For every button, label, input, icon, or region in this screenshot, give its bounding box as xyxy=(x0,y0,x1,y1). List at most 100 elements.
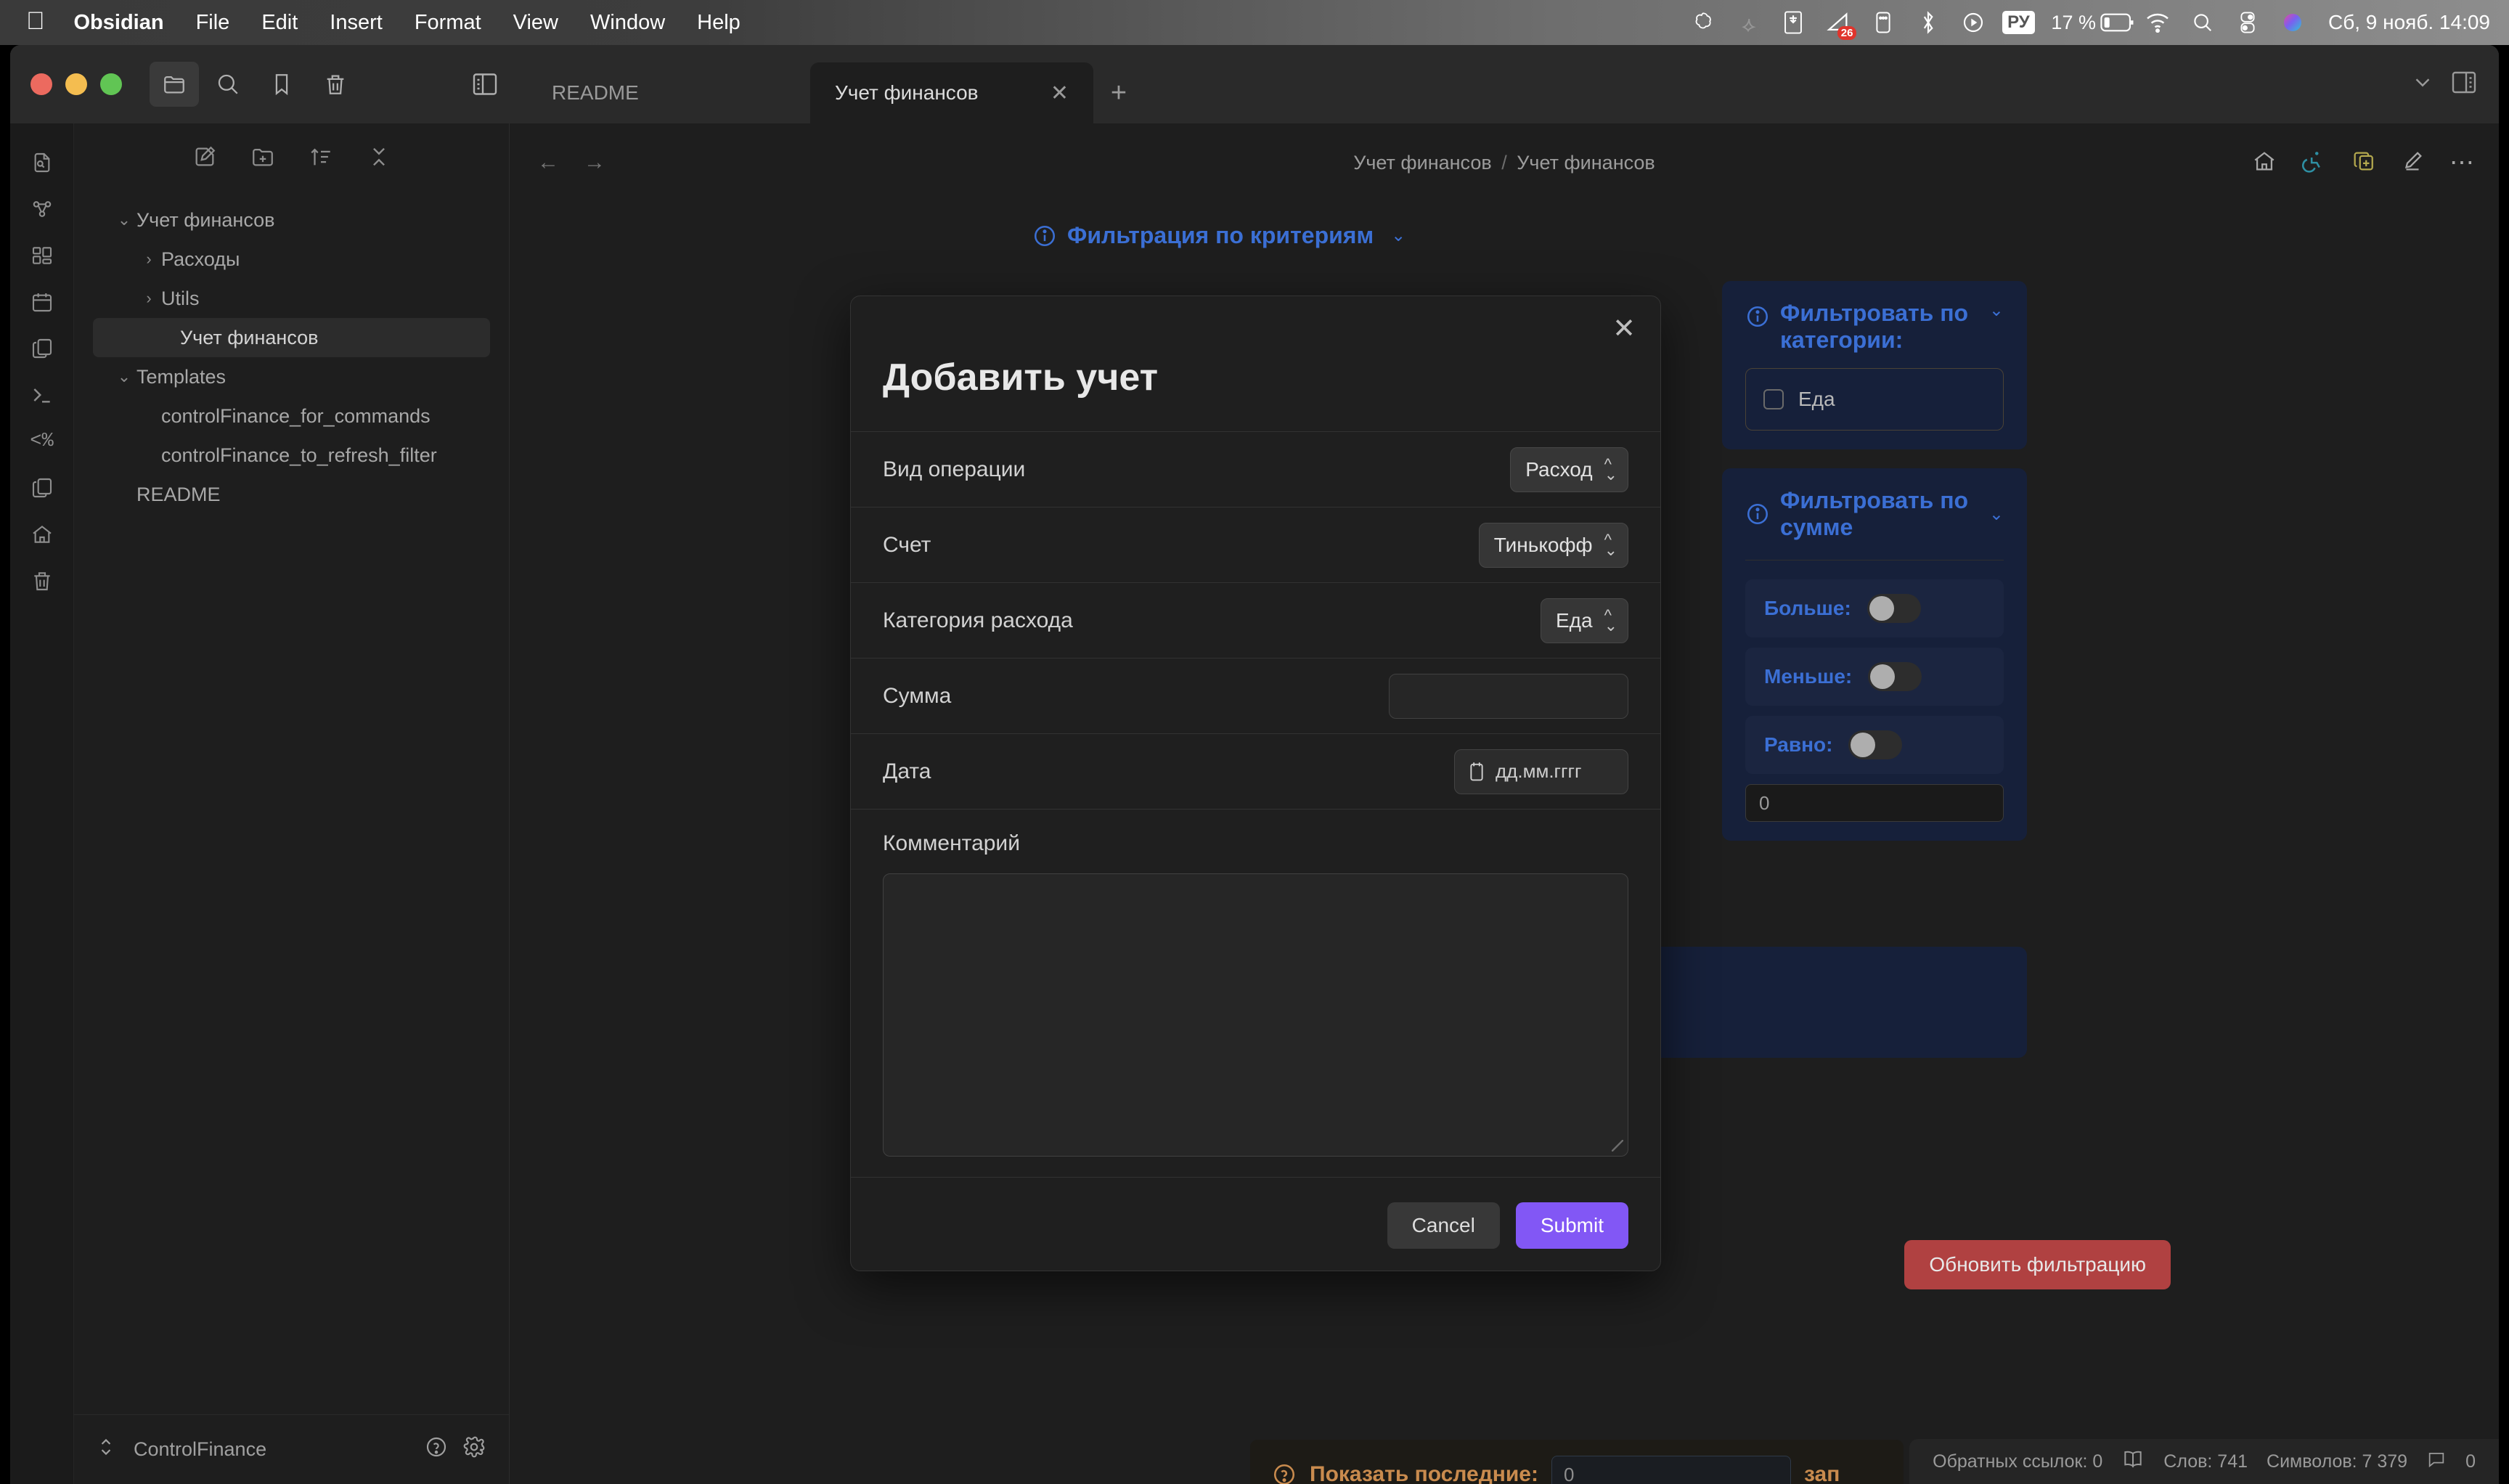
toggle-right-sidebar-icon[interactable] xyxy=(2451,70,2477,99)
battery-indicator[interactable]: 17 % xyxy=(2041,0,2135,45)
tree-item-folder[interactable]: ⌄ Учет финансов xyxy=(74,200,490,240)
input-source-indicator[interactable]: РУ xyxy=(1996,0,2041,45)
close-icon[interactable]: ✕ xyxy=(1612,315,1636,343)
add-note-copy-icon[interactable] xyxy=(2351,149,2375,177)
backlinks-count[interactable]: Обратных ссылок: 0 xyxy=(1933,1451,2102,1472)
sum-toggle-less[interactable]: Меньше: xyxy=(1745,648,2004,706)
menu-obsidian[interactable]: Obsidian xyxy=(58,11,180,35)
trash-icon[interactable] xyxy=(311,62,360,107)
graph-view-icon[interactable] xyxy=(20,186,65,232)
menubar-clock[interactable]: Сб, 9 нояб. 14:09 xyxy=(2328,11,2490,34)
toggle-switch[interactable] xyxy=(1867,594,1921,623)
openai-icon[interactable] xyxy=(1681,0,1726,45)
apple-logo-icon[interactable]:  xyxy=(26,9,58,36)
sum-toggle-greater[interactable]: Больше: xyxy=(1745,579,2004,637)
chevron-down-icon[interactable] xyxy=(2410,70,2435,99)
comments-count[interactable]: 0 xyxy=(2465,1451,2476,1472)
control-center-icon[interactable] xyxy=(2225,0,2270,45)
bookmark-icon[interactable] xyxy=(257,62,306,107)
more-options-icon[interactable]: ⋯ xyxy=(2449,155,2474,170)
checkbox[interactable] xyxy=(1763,389,1784,409)
collapse-all-icon[interactable] xyxy=(367,144,391,173)
sum-value-input[interactable]: 0 xyxy=(1745,784,2004,822)
tab-readme[interactable]: README xyxy=(527,62,810,123)
tree-item-folder[interactable]: › Расходы xyxy=(74,240,490,279)
home-icon[interactable] xyxy=(20,511,65,558)
sort-icon[interactable] xyxy=(309,144,333,173)
new-tab-button[interactable]: + xyxy=(1093,62,1144,123)
menu-edit[interactable]: Edit xyxy=(245,11,314,35)
settings-gear-icon[interactable] xyxy=(462,1435,486,1464)
new-folder-icon[interactable] xyxy=(250,144,275,173)
comment-textarea[interactable] xyxy=(883,873,1628,1157)
callout-title[interactable]: Фильтровать по категории: ⌄ xyxy=(1745,300,2004,354)
calendar-icon[interactable] xyxy=(20,279,65,325)
vault-chevron-icon[interactable] xyxy=(97,1436,115,1463)
help-icon[interactable] xyxy=(425,1435,448,1464)
back-arrow-icon[interactable]: ← xyxy=(537,150,559,175)
tree-item-file[interactable]: README xyxy=(74,475,490,514)
canvas-icon[interactable] xyxy=(20,232,65,279)
new-note-icon[interactable] xyxy=(192,144,217,173)
search-icon[interactable] xyxy=(203,62,253,107)
tab-uchet-finansov[interactable]: Учет финансов ✕ xyxy=(810,62,1093,123)
home-icon[interactable] xyxy=(2252,149,2277,177)
templater-icon[interactable]: <% xyxy=(20,418,65,465)
copy-note-icon[interactable] xyxy=(20,465,65,511)
reading-mode-icon[interactable] xyxy=(2121,1449,2145,1475)
amount-input[interactable] xyxy=(1389,674,1628,719)
wifi-icon[interactable] xyxy=(2135,0,2180,45)
airdrop-icon[interactable] xyxy=(1861,0,1906,45)
tree-item-file-selected[interactable]: Учет финансов xyxy=(93,318,490,357)
menu-format[interactable]: Format xyxy=(399,11,497,35)
close-tab-icon[interactable]: ✕ xyxy=(1026,81,1069,106)
file-search-icon[interactable] xyxy=(20,139,65,186)
submit-button[interactable]: Submit xyxy=(1516,1202,1628,1249)
date-input[interactable]: дд.мм.гггг xyxy=(1454,749,1628,794)
expense-category-select[interactable]: Еда ^⌄ xyxy=(1541,598,1628,643)
menu-view[interactable]: View xyxy=(497,11,574,35)
show-last-input[interactable]: 0 xyxy=(1551,1456,1791,1484)
tree-item-folder[interactable]: ⌄ Templates xyxy=(74,357,490,396)
evernote-icon[interactable] xyxy=(1726,0,1771,45)
chevron-down-icon[interactable]: ⌄ xyxy=(112,367,136,386)
media-control-icon[interactable] xyxy=(1951,0,1996,45)
menu-file[interactable]: File xyxy=(180,11,246,35)
chevron-down-icon[interactable]: ⌄ xyxy=(1391,225,1406,246)
files-icon[interactable] xyxy=(150,62,199,107)
chevron-down-icon[interactable]: ⌄ xyxy=(1989,504,2004,525)
refresh-filter-button[interactable]: Обновить фильтрацию xyxy=(1904,1240,2171,1289)
vault-switcher[interactable]: ControlFinance xyxy=(74,1414,509,1484)
chevron-right-icon[interactable]: › xyxy=(136,289,161,308)
bluetooth-icon[interactable] xyxy=(1906,0,1951,45)
menu-insert[interactable]: Insert xyxy=(314,11,399,35)
chevron-down-icon[interactable]: ⌄ xyxy=(112,211,136,229)
sum-toggle-equal[interactable]: Равно: xyxy=(1745,716,2004,774)
callout-title[interactable]: Фильтровать по сумме ⌄ xyxy=(1745,487,2004,541)
accessibility-icon[interactable] xyxy=(2301,149,2326,177)
operation-type-select[interactable]: Расход ^⌄ xyxy=(1510,447,1628,492)
minimize-window-button[interactable] xyxy=(65,73,87,95)
tree-item-file[interactable]: controlFinance_to_refresh_filter xyxy=(74,436,490,475)
menu-window[interactable]: Window xyxy=(574,11,681,35)
char-count[interactable]: Символов: 7 379 xyxy=(2267,1451,2407,1472)
search-icon[interactable] xyxy=(2180,0,2225,45)
edit-pencil-icon[interactable] xyxy=(2400,149,2425,177)
display-icon[interactable] xyxy=(1771,0,1816,45)
account-select[interactable]: Тинькофф ^⌄ xyxy=(1479,523,1628,568)
callout-title[interactable]: Фильтрация по критериям ⌄ xyxy=(1032,222,2027,249)
forward-arrow-icon[interactable]: → xyxy=(584,150,605,175)
terminal-icon[interactable] xyxy=(20,372,65,418)
close-window-button[interactable] xyxy=(30,73,52,95)
trash-icon[interactable] xyxy=(20,558,65,604)
templates-copy-icon[interactable] xyxy=(20,325,65,372)
word-count[interactable]: Слов: 741 xyxy=(2163,1451,2248,1472)
maximize-window-button[interactable] xyxy=(100,73,122,95)
breadcrumb-current[interactable]: Учет финансов xyxy=(1517,152,1655,174)
chevron-right-icon[interactable]: › xyxy=(136,250,161,269)
menu-help[interactable]: Help xyxy=(681,11,756,35)
toggle-left-sidebar-icon[interactable] xyxy=(460,62,510,107)
category-checkbox-eda[interactable]: Еда xyxy=(1763,388,1986,411)
breadcrumb-parent[interactable]: Учет финансов xyxy=(1353,152,1492,174)
tree-item-file[interactable]: controlFinance_for_commands xyxy=(74,396,490,436)
